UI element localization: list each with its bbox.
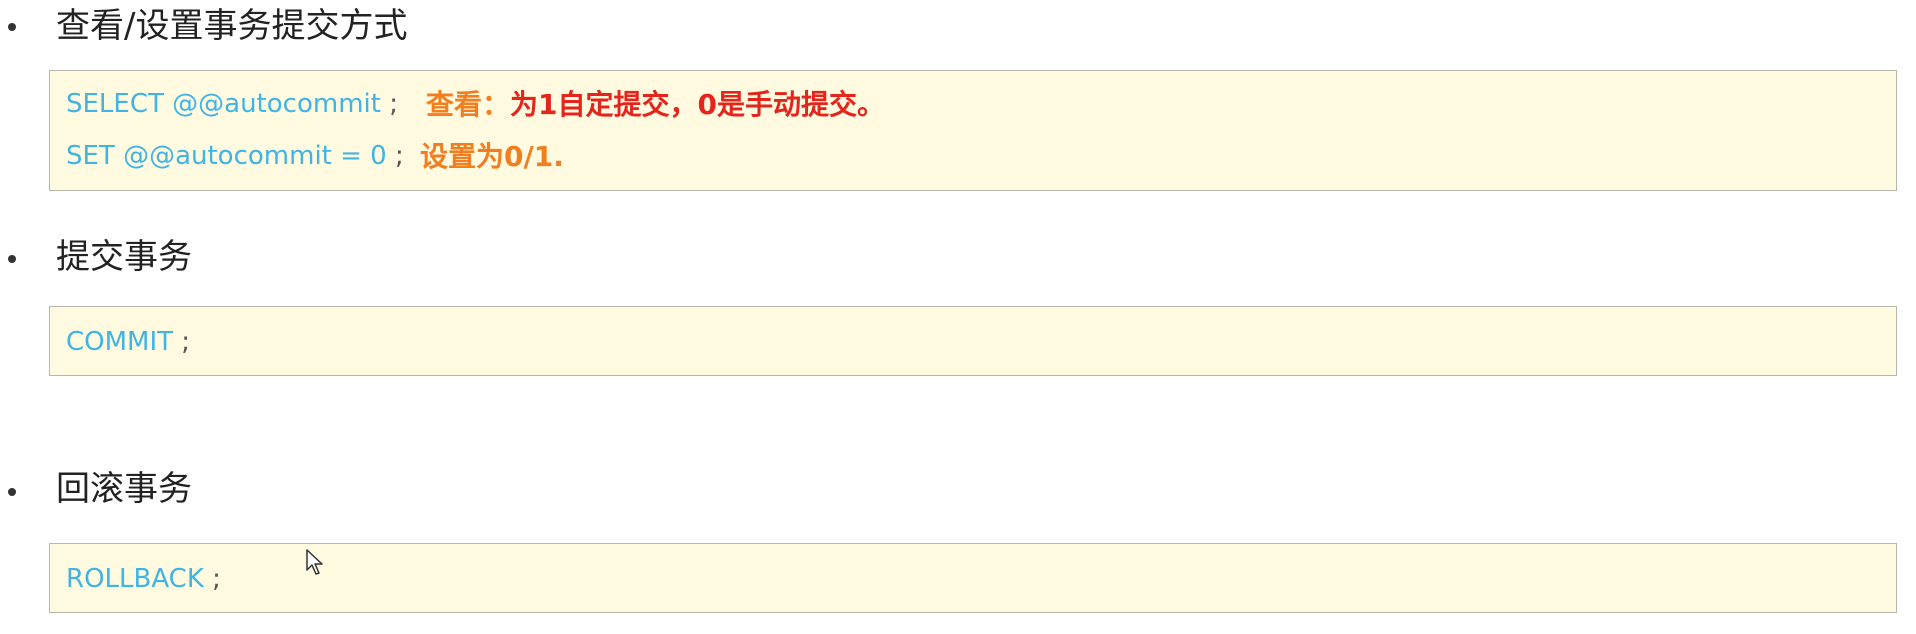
code-block-commit: COMMIT ;: [49, 306, 1897, 376]
code-text: ROLLBACK: [66, 564, 204, 594]
code-block-rollback: ROLLBACK ;: [49, 543, 1897, 613]
note-text: 为1自定提交，0是手动提交。: [510, 88, 885, 121]
code-text: SELECT @@autocommit: [66, 89, 381, 119]
note-label: 设置为0/1.: [420, 140, 564, 173]
code-semicolon: ;: [173, 327, 191, 357]
note-set-autocommit: 设置为0/1.: [420, 143, 564, 171]
code-text: SET @@autocommit = 0: [66, 141, 387, 171]
code-line-commit: COMMIT ;: [66, 329, 190, 355]
code-semicolon: ;: [203, 564, 221, 594]
mouse-pointer-icon: [306, 549, 323, 575]
code-line-select-autocommit: SELECT @@autocommit ;: [66, 91, 398, 117]
bullet-icon: [8, 488, 16, 496]
code-line-set-autocommit: SET @@autocommit = 0 ;: [66, 143, 404, 169]
bullet-icon: [8, 255, 16, 263]
bullet-icon: [8, 23, 16, 31]
code-block-autocommit: SELECT @@autocommit ; 查看：为1自定提交，0是手动提交。 …: [49, 70, 1897, 191]
code-line-rollback: ROLLBACK ;: [66, 566, 221, 592]
note-label: 查看：: [426, 88, 511, 121]
section-heading-rollback: 回滚事务: [56, 469, 192, 509]
code-semicolon: ;: [386, 141, 404, 171]
note-view-autocommit: 查看：为1自定提交，0是手动提交。: [426, 91, 885, 119]
section-heading-commit: 提交事务: [56, 237, 192, 277]
code-semicolon: ;: [380, 89, 398, 119]
code-text: COMMIT: [66, 327, 174, 357]
section-heading-autocommit: 查看/设置事务提交方式: [56, 6, 408, 46]
